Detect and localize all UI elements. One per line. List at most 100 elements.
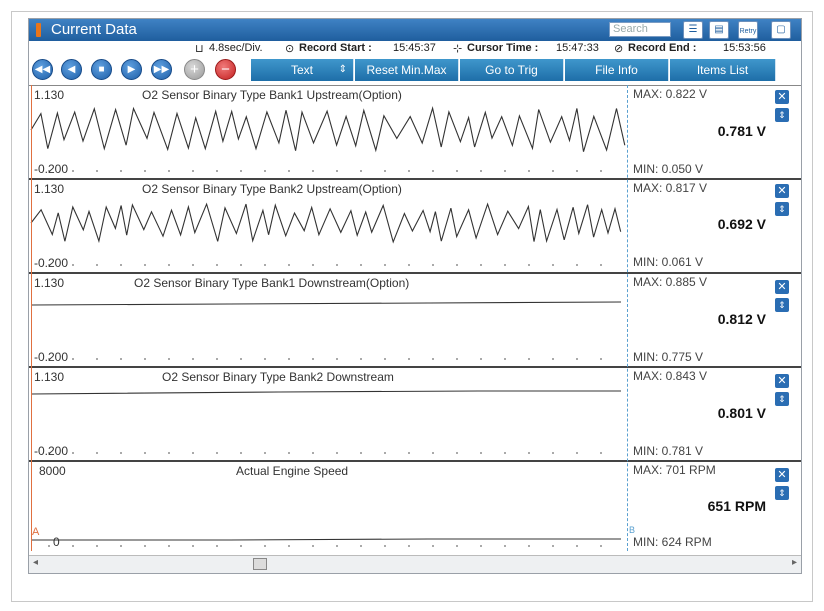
current-value: 651 RPM — [707, 498, 766, 514]
rewind-icon[interactable]: ◀◀ — [32, 59, 53, 80]
value-panel: MAX: 701 RPM 651 RPM MIN: 624 RPM ✕ ⇕ B — [629, 462, 801, 554]
data-row-1[interactable]: 1.130 O2 Sensor Binary Type Bank1 Upstre… — [29, 86, 801, 179]
data-row-5[interactable]: 8000 Actual Engine Speed 0 A MAX: 701 RP… — [29, 462, 801, 554]
current-value: 0.692 V — [717, 216, 766, 232]
stop-icon[interactable]: ■ — [91, 59, 112, 80]
scroll-thumb[interactable] — [253, 558, 267, 570]
text-dropdown[interactable]: Text ⇕ — [251, 59, 354, 81]
close-icon[interactable]: ✕ — [775, 184, 789, 198]
horizontal-scrollbar[interactable]: ◂ ▸ — [29, 555, 801, 573]
axis-min-label: -0.200 — [34, 350, 69, 364]
current-value: 0.812 V — [717, 311, 766, 327]
play-icon[interactable]: ▶ — [121, 59, 142, 80]
close-icon[interactable]: ✕ — [775, 90, 789, 104]
graph-panel: 1.130 O2 Sensor Binary Type Bank1 Upstre… — [29, 86, 628, 179]
zoom-out-icon[interactable]: − — [215, 59, 236, 80]
row-title: O2 Sensor Binary Type Bank2 Upstream(Opt… — [142, 182, 402, 196]
axis-min-label: -0.200 — [34, 256, 69, 270]
graph-panel: 1.130 O2 Sensor Binary Type Bank1 Downst… — [29, 274, 628, 367]
app-icon — [36, 23, 41, 37]
current-data-window: Current Data Search ☰ ▤ Retry ▢ ⊔ 4.8sec… — [28, 18, 802, 574]
move-icon[interactable]: ⇕ — [775, 392, 789, 406]
toolbar: ◀◀ ◀ ■ ▶ ▶▶ + − Text ⇕ Reset Min.Max Go t… — [29, 55, 801, 85]
graph-panel: 8000 Actual Engine Speed 0 A — [29, 462, 628, 554]
scroll-left-icon[interactable]: ◂ — [33, 557, 38, 568]
scroll-right-icon[interactable]: ▸ — [792, 557, 797, 568]
record-start-label: Record Start : — [299, 42, 372, 54]
cursor-time-label: Cursor Time : — [467, 42, 539, 54]
prev-icon[interactable]: ◀ — [61, 59, 82, 80]
goto-trig-button[interactable]: Go to Trig — [460, 59, 564, 81]
fast-forward-icon[interactable]: ▶▶ — [151, 59, 172, 80]
move-icon[interactable]: ⇕ — [775, 298, 789, 312]
value-panel: MAX: 0.885 V 0.812 V MIN: 0.775 V ✕ ⇕ — [629, 274, 801, 367]
data-row-3[interactable]: 1.130 O2 Sensor Binary Type Bank1 Downst… — [29, 274, 801, 367]
min-value: MIN: 0.050 V — [633, 162, 704, 176]
signal-trace — [30, 106, 626, 153]
axis-max-label: 1.130 — [34, 370, 65, 384]
max-value: MAX: 0.817 V — [633, 181, 708, 195]
window-title: Current Data — [51, 21, 137, 38]
close-icon[interactable]: ✕ — [775, 468, 789, 482]
value-panel: MAX: 0.817 V 0.692 V MIN: 0.061 V ✕ ⇕ — [629, 180, 801, 273]
div-icon: ⊔ — [195, 43, 204, 55]
grid-icon[interactable]: ▤ — [709, 21, 729, 39]
move-icon[interactable]: ⇕ — [775, 108, 789, 122]
retry-icon[interactable]: Retry — [738, 21, 758, 39]
end-clock-icon: ⊘ — [614, 43, 624, 55]
current-value: 0.801 V — [717, 405, 766, 421]
move-icon[interactable]: ⇕ — [775, 202, 789, 216]
retry-label: Retry — [739, 28, 757, 35]
file-info-button[interactable]: File Info — [565, 59, 669, 81]
cursor-icon: ⊹ — [453, 43, 463, 55]
zoom-in-icon[interactable]: + — [184, 59, 205, 80]
min-value: MIN: 0.775 V — [633, 350, 704, 364]
max-value: MAX: 701 RPM — [633, 463, 716, 477]
data-row-4[interactable]: 1.130 O2 Sensor Binary Type Bank2 Downst… — [29, 368, 801, 461]
min-value: MIN: 0.781 V — [633, 444, 704, 458]
row-title: Actual Engine Speed — [236, 464, 349, 478]
axis-max-label: 8000 — [39, 464, 66, 478]
items-list-button[interactable]: Items List — [670, 59, 776, 81]
search-input[interactable]: Search — [609, 22, 671, 37]
max-value: MAX: 0.843 V — [633, 369, 708, 383]
signal-trace — [31, 538, 621, 541]
close-icon[interactable]: ✕ — [775, 280, 789, 294]
row-title: O2 Sensor Binary Type Bank2 Downstream — [162, 370, 394, 384]
min-value: MIN: 0.061 V — [633, 255, 704, 269]
data-row-2[interactable]: 1.130 O2 Sensor Binary Type Bank2 Upstre… — [29, 180, 801, 273]
value-panel: MAX: 0.822 V 0.781 V MIN: 0.050 V ✕ ⇕ — [629, 86, 801, 179]
record-end-label: Record End : — [628, 42, 697, 54]
value-panel: MAX: 0.843 V 0.801 V MIN: 0.781 V ✕ ⇕ — [629, 368, 801, 461]
move-icon[interactable]: ⇕ — [775, 486, 789, 500]
axis-max-label: 1.130 — [34, 88, 65, 102]
title-bar: Current Data Search ☰ ▤ Retry ▢ — [29, 19, 801, 41]
cursor-a-line[interactable] — [31, 85, 32, 551]
row-title: O2 Sensor Binary Type Bank1 Upstream(Opt… — [142, 88, 402, 102]
record-info: ⊔ 4.8sec/Div. ⊙ Record Start : 15:45:37 … — [29, 41, 801, 55]
list-icon[interactable]: ☰ — [683, 21, 703, 39]
maximize-icon[interactable]: ▢ — [771, 21, 791, 39]
record-end-time: 15:53:56 — [723, 42, 766, 54]
axis-min-label: -0.200 — [34, 162, 69, 176]
max-value: MAX: 0.885 V — [633, 275, 708, 289]
cursor-b-marker[interactable]: B — [629, 525, 635, 535]
signal-trace — [30, 390, 621, 395]
max-value: MAX: 0.822 V — [633, 87, 708, 101]
signal-trace — [30, 301, 622, 306]
text-dropdown-label: Text — [290, 63, 313, 77]
close-icon[interactable]: ✕ — [775, 374, 789, 388]
record-start-time: 15:45:37 — [393, 42, 436, 54]
clock-icon: ⊙ — [285, 43, 295, 55]
row-title: O2 Sensor Binary Type Bank1 Downstream(O… — [134, 276, 410, 290]
axis-max-label: 1.130 — [34, 182, 65, 196]
min-value: MIN: 624 RPM — [633, 535, 712, 549]
graph-panel: 1.130 O2 Sensor Binary Type Bank2 Upstre… — [29, 180, 628, 273]
cursor-a-marker[interactable]: A — [32, 526, 39, 538]
cursor-line[interactable] — [627, 85, 629, 551]
axis-max-label: 1.130 — [34, 276, 65, 290]
signal-trace — [30, 202, 622, 244]
reset-minmax-button[interactable]: Reset Min.Max — [355, 59, 459, 81]
current-value: 0.781 V — [717, 123, 766, 139]
axis-min-label: 0 — [53, 535, 60, 549]
